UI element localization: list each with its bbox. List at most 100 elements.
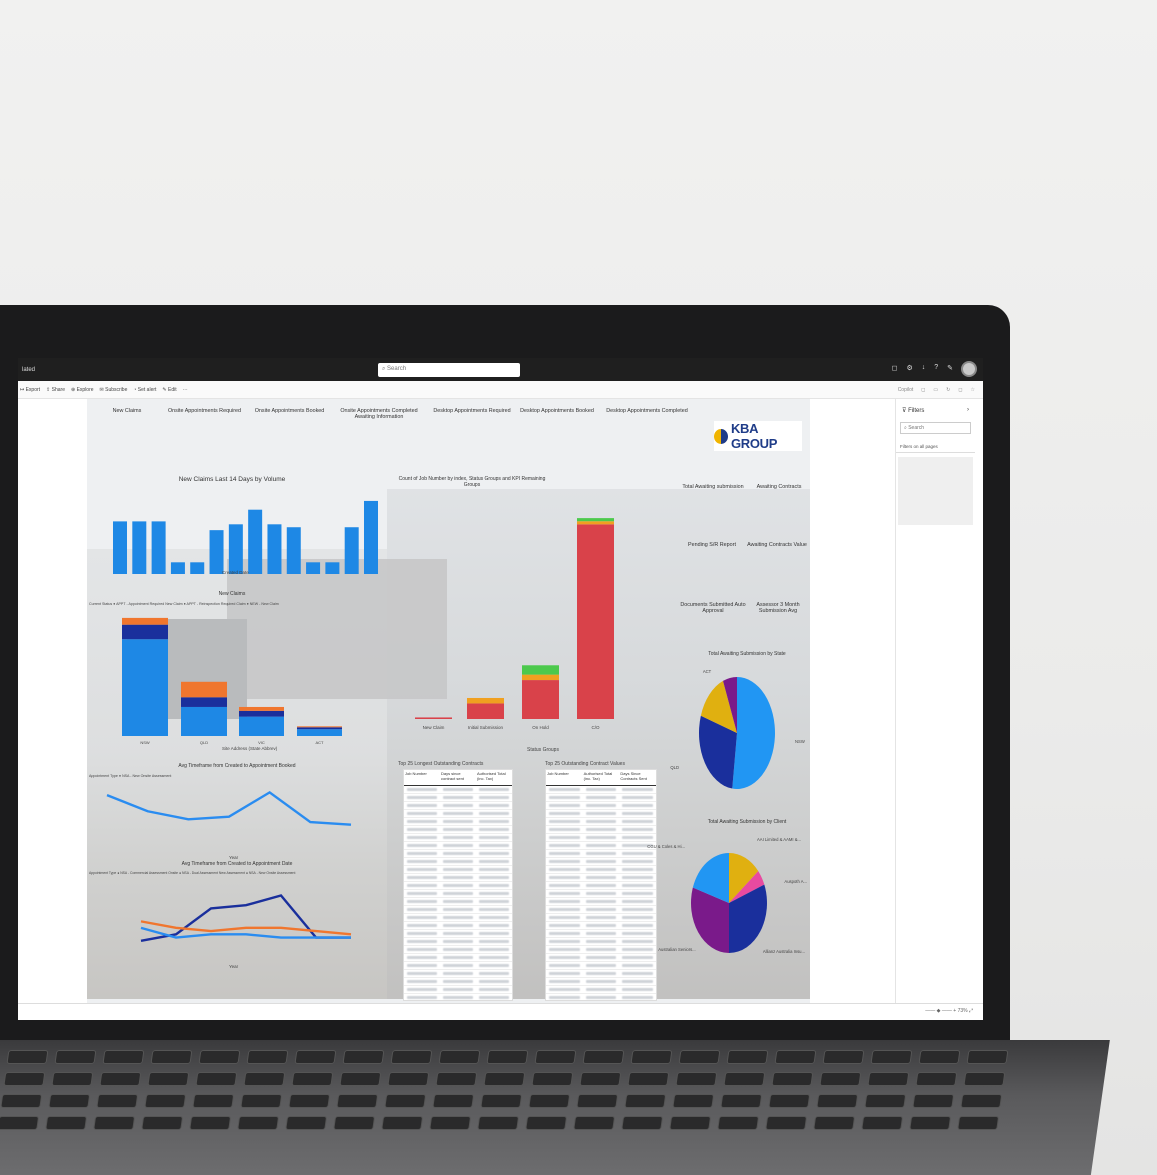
table-cell: [585, 788, 617, 791]
table-row[interactable]: [546, 850, 656, 858]
copilot-button[interactable]: Copilot: [898, 387, 914, 393]
download-icon[interactable]: ↓: [922, 364, 926, 372]
keyboard-key: [483, 1072, 526, 1086]
bookmark-icon[interactable]: ◻: [921, 387, 925, 393]
table-row[interactable]: [404, 874, 512, 882]
filters-section[interactable]: Filters on all pages: [896, 434, 975, 453]
table-row[interactable]: [404, 810, 512, 818]
table-row[interactable]: [404, 882, 512, 890]
table-row[interactable]: [546, 842, 656, 850]
table-row[interactable]: [546, 858, 656, 866]
table-row[interactable]: [404, 962, 512, 970]
table-row[interactable]: [546, 906, 656, 914]
gear-icon[interactable]: ⚙: [906, 364, 912, 372]
table-row[interactable]: [404, 818, 512, 826]
table-row[interactable]: [404, 858, 512, 866]
bar-mark: [248, 509, 263, 574]
table-row[interactable]: [546, 978, 656, 986]
table-row[interactable]: [404, 794, 512, 802]
table-row[interactable]: [404, 842, 512, 850]
table-row[interactable]: [546, 930, 656, 938]
table-row[interactable]: [546, 826, 656, 834]
table-row[interactable]: [546, 874, 656, 882]
table-row[interactable]: [546, 898, 656, 906]
table-row[interactable]: [404, 890, 512, 898]
keyboard-key: [627, 1072, 670, 1086]
table-row[interactable]: [404, 970, 512, 978]
zoom-control[interactable]: —— ◆ —— + 73% ⤢: [925, 1008, 973, 1014]
table-row[interactable]: [404, 922, 512, 930]
table-row[interactable]: [546, 834, 656, 842]
column-header[interactable]: Job Number: [546, 770, 583, 785]
table-row[interactable]: [546, 794, 656, 802]
column-header[interactable]: Job Number: [404, 770, 440, 785]
column-header[interactable]: Days since contract sent: [440, 770, 476, 785]
column-header[interactable]: Days Since Contracts Sent: [619, 770, 656, 785]
table-row[interactable]: [404, 986, 512, 994]
column-header[interactable]: Authorised Total (inc. Tax): [583, 770, 620, 785]
table-row[interactable]: [546, 922, 656, 930]
table-row[interactable]: [404, 898, 512, 906]
explore-button[interactable]: ⊕ Explore: [71, 387, 94, 393]
export-button[interactable]: ↦ Export: [20, 387, 40, 393]
edit-button[interactable]: ✎ Edit: [162, 387, 176, 393]
collapse-icon[interactable]: ›: [967, 407, 969, 413]
table-row[interactable]: [404, 802, 512, 810]
table-row[interactable]: [404, 826, 512, 834]
table-row[interactable]: [404, 938, 512, 946]
table-row[interactable]: [546, 810, 656, 818]
star-icon[interactable]: ☆: [971, 387, 975, 393]
table-row[interactable]: [404, 994, 512, 1000]
table-row[interactable]: [546, 786, 656, 794]
table-row[interactable]: [546, 802, 656, 810]
table-row[interactable]: [546, 962, 656, 970]
help-icon[interactable]: ?: [934, 364, 938, 372]
table-cell: [549, 788, 580, 791]
table-row[interactable]: [546, 938, 656, 946]
table-row[interactable]: [546, 946, 656, 954]
table-row[interactable]: [546, 954, 656, 962]
avatar[interactable]: [961, 361, 977, 377]
pie-label: Auspoth A...: [784, 879, 807, 884]
table-row[interactable]: [546, 890, 656, 898]
table-row[interactable]: [404, 914, 512, 922]
client-pie-chart: AAI Limited & AAMI &... Auspoth A... Allia…: [647, 837, 807, 954]
table-title: Top 25 Outstanding Contract Values: [545, 761, 625, 767]
table-row[interactable]: [404, 906, 512, 914]
table-row[interactable]: [546, 866, 656, 874]
table-row[interactable]: [546, 994, 656, 1000]
table-row[interactable]: [404, 978, 512, 986]
keyboard-key: [291, 1072, 334, 1086]
view-icon[interactable]: ▭: [933, 387, 938, 393]
table-row[interactable]: [404, 834, 512, 842]
more-icon[interactable]: ···: [183, 387, 188, 393]
table-row[interactable]: [546, 914, 656, 922]
filter-card[interactable]: [898, 457, 973, 525]
comment-icon[interactable]: ◻: [958, 387, 962, 393]
column-header[interactable]: Authorised Total (inc. Tax): [476, 770, 512, 785]
table-row[interactable]: [546, 970, 656, 978]
filters-title-text: Filters: [908, 408, 925, 414]
table-row[interactable]: [404, 786, 512, 794]
table-row[interactable]: [546, 882, 656, 890]
share-button[interactable]: ⇪ Share: [46, 387, 65, 393]
refresh-icon[interactable]: ↻: [946, 387, 950, 393]
table-cell: [443, 860, 473, 863]
table-row[interactable]: [404, 850, 512, 858]
set-alert-button[interactable]: ◔ Set alert: [133, 387, 156, 393]
feedback-icon[interactable]: ✎: [947, 364, 953, 372]
table-row[interactable]: [546, 818, 656, 826]
contract-values-table[interactable]: Job Number Authorised Total (inc. Tax) D…: [545, 769, 657, 1001]
filters-search-input[interactable]: ⌕ Search: [900, 422, 971, 434]
search-input[interactable]: ⌕ Search: [378, 363, 520, 377]
table-cell: [407, 788, 437, 791]
bell-icon[interactable]: ◻: [892, 364, 898, 372]
bar-mark: [239, 706, 284, 711]
table-row[interactable]: [404, 954, 512, 962]
table-row[interactable]: [404, 930, 512, 938]
subscribe-button[interactable]: ✉ Subscribe: [100, 387, 128, 393]
table-row[interactable]: [404, 866, 512, 874]
table-row[interactable]: [546, 986, 656, 994]
longest-contracts-table[interactable]: Job Number Days since contract sent Auth…: [403, 769, 513, 1001]
table-row[interactable]: [404, 946, 512, 954]
